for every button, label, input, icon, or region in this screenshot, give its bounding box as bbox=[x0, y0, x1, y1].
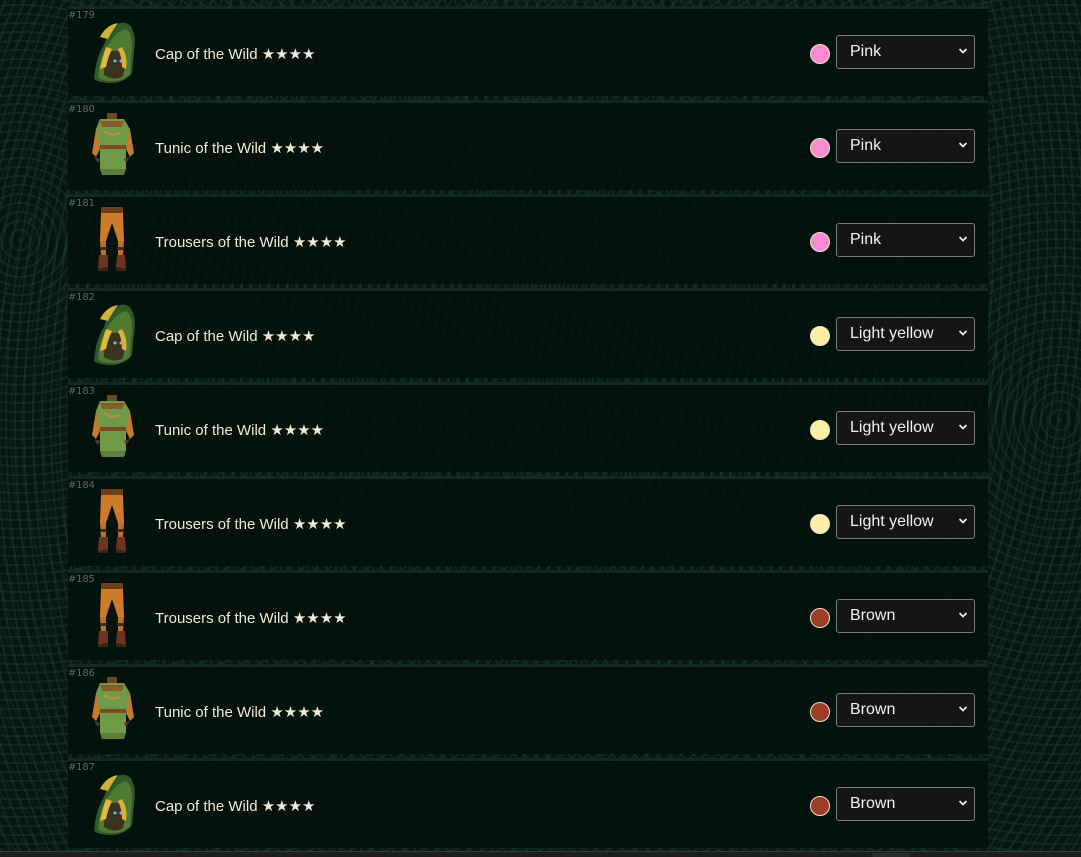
item-name: Trousers of the Wild ★★★★ bbox=[155, 610, 347, 627]
cap-of-the-wild-icon bbox=[94, 22, 135, 84]
item-thumbnail bbox=[86, 111, 138, 179]
item-thumbnail bbox=[86, 675, 138, 743]
cap-of-the-wild-icon bbox=[94, 304, 135, 365]
dye-color-select-value: Light yellow bbox=[850, 513, 934, 530]
dye-color-swatch bbox=[810, 608, 830, 628]
item-name: Tunic of the Wild ★★★★ bbox=[155, 422, 325, 439]
chevron-down-icon bbox=[958, 236, 968, 242]
chevron-down-icon bbox=[958, 800, 968, 806]
item-name: Trousers of the Wild ★★★★ bbox=[155, 234, 347, 251]
item-thumbnail bbox=[86, 299, 138, 367]
chevron-down-icon bbox=[958, 518, 968, 524]
dye-color-select[interactable]: Pink bbox=[836, 35, 975, 69]
dye-color-select[interactable]: Brown bbox=[836, 787, 975, 821]
dye-color-swatch bbox=[810, 702, 830, 722]
item-thumbnail bbox=[86, 393, 138, 461]
dye-color-select[interactable]: Light yellow bbox=[836, 317, 975, 351]
trousers-of-the-wild-icon bbox=[98, 489, 126, 553]
item-name: Cap of the Wild ★★★★ bbox=[155, 798, 316, 815]
dye-color-select-value: Pink bbox=[850, 43, 882, 60]
dye-color-swatch bbox=[810, 232, 830, 252]
dye-color-select[interactable]: Pink bbox=[836, 223, 975, 257]
dye-color-select[interactable]: Light yellow bbox=[836, 411, 975, 445]
scrollbar-thumb[interactable] bbox=[872, 853, 910, 857]
list-item: #179 Cap of the Wild ★★★★ Pink bbox=[68, 6, 988, 96]
horizontal-scrollbar[interactable] bbox=[0, 851, 1081, 857]
dye-color-select-value: Brown bbox=[850, 607, 896, 624]
dye-color-select-value: Pink bbox=[850, 231, 882, 248]
chevron-down-icon bbox=[958, 706, 968, 712]
dye-color-select[interactable]: Brown bbox=[836, 599, 975, 633]
dye-color-select-value: Light yellow bbox=[850, 325, 934, 342]
item-name: Tunic of the Wild ★★★★ bbox=[155, 704, 325, 721]
item-thumbnail bbox=[86, 581, 138, 649]
chevron-down-icon bbox=[958, 142, 968, 148]
armor-dye-list: #179 Cap of the Wild ★★★★ Pink #180 Tunic… bbox=[68, 0, 988, 852]
tunic-of-the-wild-icon bbox=[92, 395, 134, 457]
dye-color-select-value: Brown bbox=[850, 701, 896, 718]
dye-color-select[interactable]: Pink bbox=[836, 129, 975, 163]
dye-color-select-value: Light yellow bbox=[850, 419, 934, 436]
dye-color-select[interactable]: Brown bbox=[836, 693, 975, 727]
dye-color-swatch bbox=[810, 420, 830, 440]
item-name: Tunic of the Wild ★★★★ bbox=[155, 140, 325, 157]
list-item: #181 Trousers of the Wild ★★★★ Pink bbox=[68, 194, 988, 284]
list-item: #185 Trousers of the Wild ★★★★ Brown bbox=[68, 570, 988, 660]
chevron-down-icon bbox=[958, 424, 968, 430]
chevron-down-icon bbox=[958, 330, 968, 336]
dye-color-select-value: Pink bbox=[850, 137, 882, 154]
item-name: Cap of the Wild ★★★★ bbox=[155, 328, 316, 345]
dye-color-swatch bbox=[810, 44, 830, 64]
dye-color-swatch bbox=[810, 326, 830, 346]
trousers-of-the-wild-icon bbox=[98, 207, 126, 271]
dye-color-select-value: Brown bbox=[850, 795, 896, 812]
dye-color-select[interactable]: Light yellow bbox=[836, 505, 975, 539]
dye-color-swatch bbox=[810, 514, 830, 534]
item-thumbnail bbox=[86, 769, 138, 837]
list-item: #186 Tunic of the Wild ★★★★ Brown bbox=[68, 664, 988, 754]
cap-of-the-wild-icon bbox=[94, 774, 135, 835]
trousers-of-the-wild-icon bbox=[98, 583, 126, 647]
chevron-down-icon bbox=[958, 612, 968, 618]
chevron-down-icon bbox=[958, 48, 968, 54]
tunic-of-the-wild-icon bbox=[92, 677, 134, 739]
item-name: Cap of the Wild ★★★★ bbox=[155, 46, 316, 63]
list-item: #182 Cap of the Wild ★★★★ Light yellow bbox=[68, 288, 988, 378]
item-name: Trousers of the Wild ★★★★ bbox=[155, 516, 347, 533]
list-item: #183 Tunic of the Wild ★★★★ Light yellow bbox=[68, 382, 988, 472]
item-thumbnail bbox=[86, 487, 138, 555]
item-thumbnail bbox=[86, 17, 138, 85]
dye-color-swatch bbox=[810, 138, 830, 158]
item-thumbnail bbox=[86, 205, 138, 273]
list-item: #180 Tunic of the Wild ★★★★ Pink bbox=[68, 100, 988, 190]
tunic-of-the-wild-icon bbox=[92, 113, 134, 175]
list-item: #187 Cap of the Wild ★★★★ Brown bbox=[68, 758, 988, 848]
list-item: #184 Trousers of the Wild ★★★★ Light yell… bbox=[68, 476, 988, 566]
dye-color-swatch bbox=[810, 796, 830, 816]
